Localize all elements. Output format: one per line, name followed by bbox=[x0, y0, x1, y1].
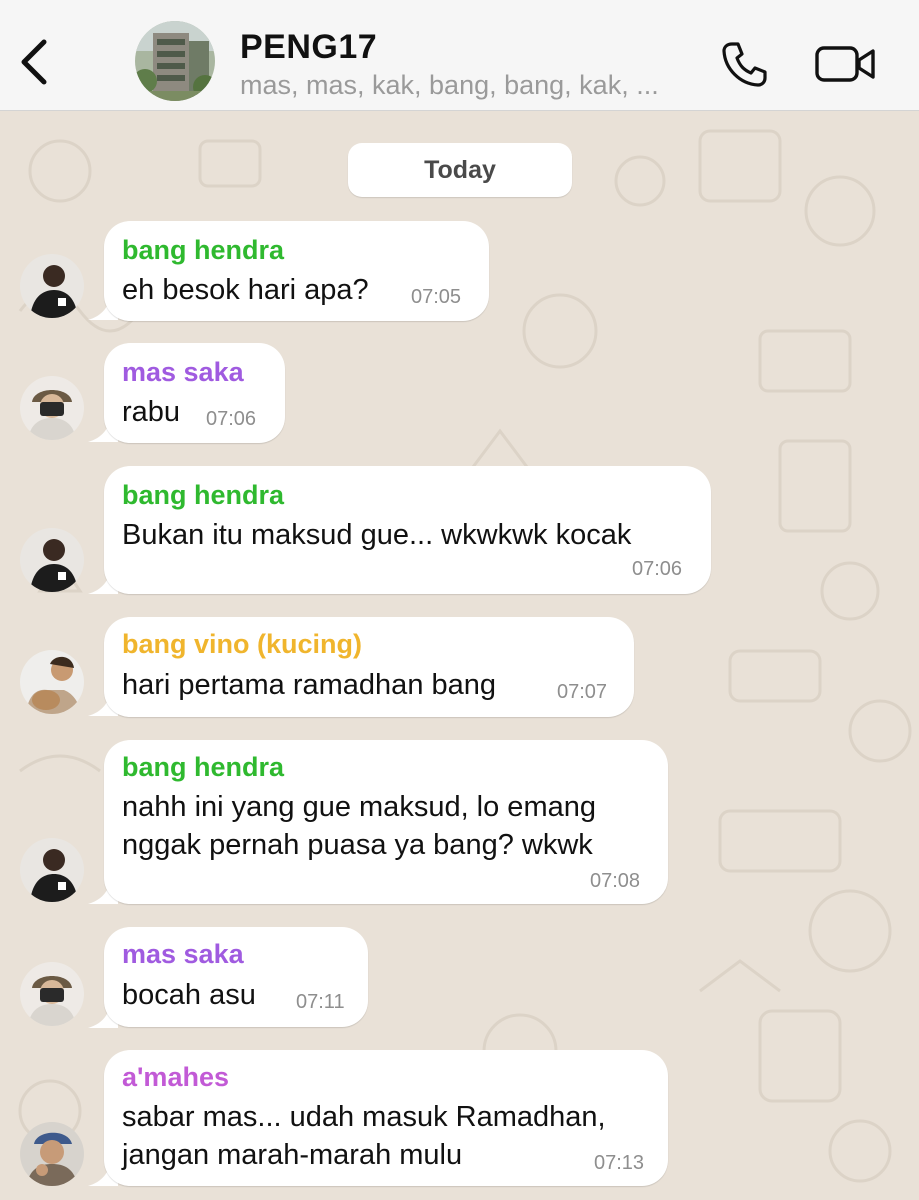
message-text: Bukan itu maksud gue... wkwkwk kocak bbox=[122, 519, 632, 551]
message-bubble[interactable]: bang hendra Bukan itu maksud gue... wkwk… bbox=[104, 466, 711, 594]
avatar-hendra[interactable] bbox=[20, 528, 84, 592]
message-sender: mas saka bbox=[122, 939, 244, 969]
message-text: rabu bbox=[122, 396, 181, 428]
message-bubble[interactable]: mas saka bocah asu 07:11 bbox=[104, 927, 368, 1027]
message-text: hari pertama ramadhan bang bbox=[122, 669, 497, 701]
message-time: 07:06 bbox=[206, 408, 257, 430]
message-time: 07:13 bbox=[594, 1152, 645, 1174]
avatar-hendra[interactable] bbox=[20, 838, 84, 902]
message-sender: bang hendra bbox=[122, 752, 285, 782]
message-sender: a'mahes bbox=[122, 1062, 229, 1092]
chat-header: PENG17 mas, mas, kak, bang, bang, kak, .… bbox=[0, 0, 919, 111]
video-call-icon[interactable] bbox=[815, 42, 877, 86]
message-text: jangan marah-marah mulu bbox=[122, 1139, 463, 1171]
message-time: 07:05 bbox=[411, 286, 462, 308]
message-time: 07:11 bbox=[296, 991, 345, 1013]
message-bubble[interactable]: bang hendra eh besok hari apa? 07:05 bbox=[104, 221, 489, 321]
date-separator: Today bbox=[348, 143, 572, 197]
avatar-hendra[interactable] bbox=[20, 254, 84, 318]
message-sender: bang hendra bbox=[122, 480, 285, 510]
message-bubble[interactable]: mas saka rabu 07:06 bbox=[104, 343, 285, 443]
message-text: nggak pernah puasa ya bang? wkwk bbox=[122, 829, 593, 861]
message-bubble[interactable]: bang hendra nahh ini yang gue maksud, lo… bbox=[104, 740, 668, 904]
avatar-saka[interactable] bbox=[20, 376, 84, 440]
group-avatar[interactable] bbox=[135, 21, 215, 101]
message-text: sabar mas... udah masuk Ramadhan, bbox=[122, 1101, 606, 1133]
message-sender: bang hendra bbox=[122, 235, 285, 265]
message-bubble[interactable]: bang vino (kucing) hari pertama ramadhan… bbox=[104, 617, 634, 717]
chat-title[interactable]: PENG17 bbox=[240, 28, 377, 67]
back-chevron-icon[interactable] bbox=[14, 36, 54, 88]
message-sender: bang vino (kucing) bbox=[122, 629, 362, 659]
message-text: nahh ini yang gue maksud, lo emang bbox=[122, 791, 596, 823]
avatar-vino[interactable] bbox=[20, 650, 84, 714]
message-time: 07:06 bbox=[632, 558, 683, 580]
message-sender: mas saka bbox=[122, 357, 244, 387]
message-text: bocah asu bbox=[122, 979, 256, 1011]
message-text: eh besok hari apa? bbox=[122, 274, 369, 306]
phone-icon[interactable] bbox=[718, 38, 770, 90]
avatar-saka[interactable] bbox=[20, 962, 84, 1026]
avatar-mahes[interactable] bbox=[20, 1122, 84, 1186]
chat-participants: mas, mas, kak, bang, bang, kak, ... bbox=[240, 70, 659, 100]
message-time: 07:08 bbox=[590, 870, 641, 892]
message-time: 07:07 bbox=[557, 681, 608, 703]
message-bubble[interactable]: a'mahes sabar mas... udah masuk Ramadhan… bbox=[104, 1050, 668, 1186]
